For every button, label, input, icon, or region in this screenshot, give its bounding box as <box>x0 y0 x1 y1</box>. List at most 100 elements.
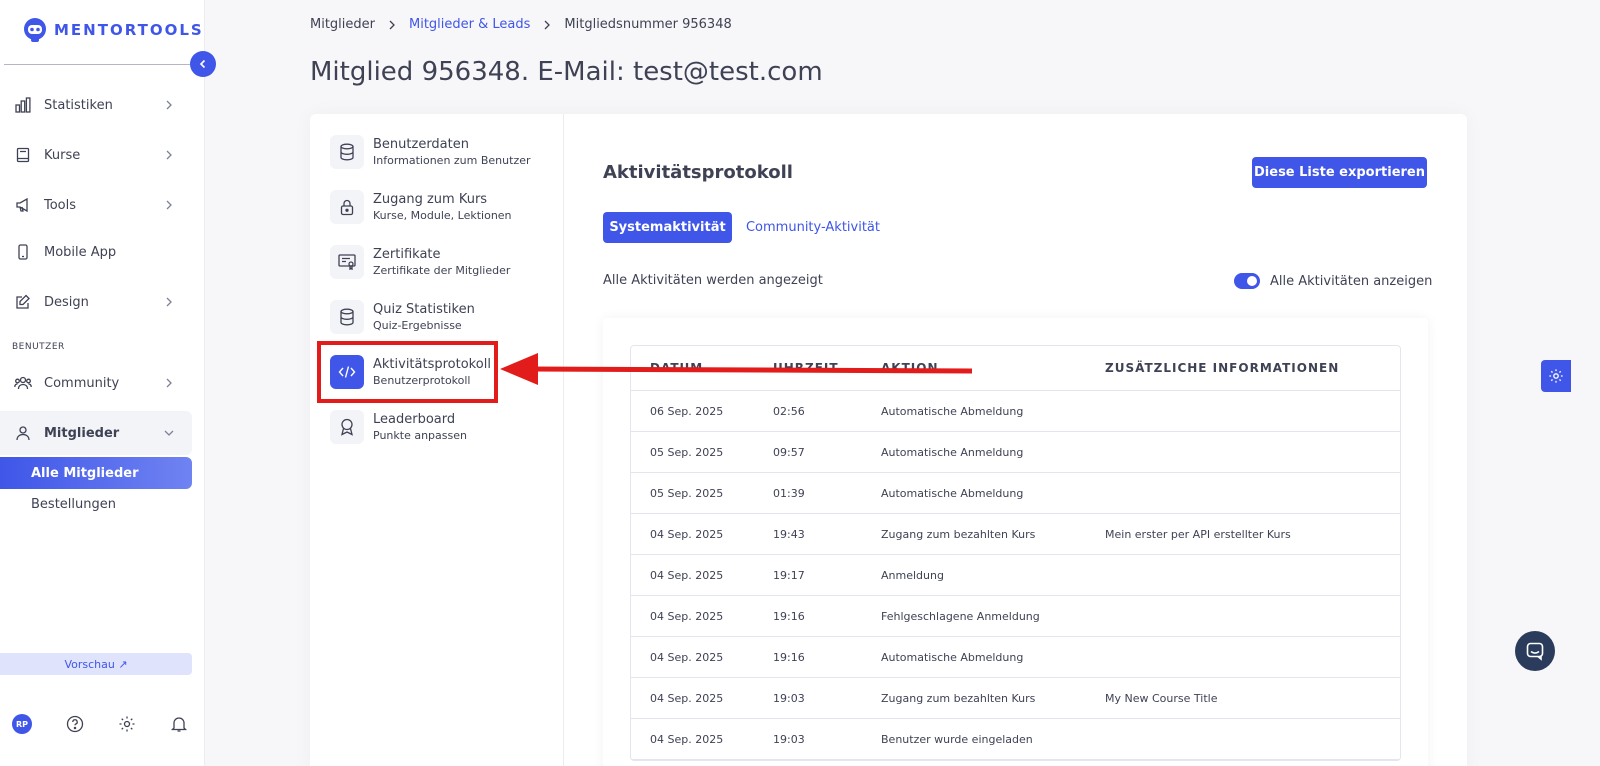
cell-time: 02:56 <box>773 404 805 418</box>
cell-date: 06 Sep. 2025 <box>650 404 724 418</box>
avatar[interactable]: RP <box>12 714 32 734</box>
cell-date: 04 Sep. 2025 <box>650 650 724 664</box>
sidebar-item-design[interactable]: Design <box>0 280 196 324</box>
table-row: 04 Sep. 2025 19:17 Anmeldung <box>631 555 1400 596</box>
cell-time: 19:16 <box>773 650 805 664</box>
award-icon <box>330 410 364 444</box>
submenu-desc: Kurse, Module, Lektionen <box>373 209 512 222</box>
robot-logo-icon <box>24 18 46 42</box>
tab-systemaktivitaet[interactable]: Systemaktivität <box>603 212 732 243</box>
sidebar-item-tools[interactable]: Tools <box>0 183 196 227</box>
sidebar-footer: RP <box>12 714 188 734</box>
submenu-item-zugang-zum-kurs[interactable]: Zugang zum Kurs Kurse, Module, Lektionen <box>330 187 550 227</box>
gear-icon <box>1549 369 1563 383</box>
cell-date: 04 Sep. 2025 <box>650 527 724 541</box>
cell-time: 19:17 <box>773 568 805 582</box>
cell-action: Automatische Abmeldung <box>881 650 1024 664</box>
sidebar-divider <box>4 64 190 65</box>
phone-icon <box>14 243 32 261</box>
lock-icon <box>330 190 364 224</box>
logo[interactable]: MENTORTOOLS <box>22 16 204 44</box>
sidebar-item-label: Design <box>44 294 89 310</box>
cell-action: Zugang zum bezahlten Kurs <box>881 691 1036 705</box>
toggle-label: Alle Aktivitäten anzeigen <box>1270 273 1433 289</box>
cell-action: Anmeldung <box>881 568 944 582</box>
submenu-desc: Quiz-Ergebnisse <box>373 319 462 332</box>
breadcrumb-item[interactable]: Mitglieder & Leads <box>409 17 530 32</box>
chevron-right-icon <box>544 20 551 29</box>
cell-time: 19:03 <box>773 732 805 746</box>
book-icon <box>14 146 32 164</box>
chevron-right-icon <box>166 200 172 210</box>
cell-date: 04 Sep. 2025 <box>650 691 724 705</box>
chevron-right-icon <box>166 297 172 307</box>
submenu-item-leaderboard[interactable]: Leaderboard Punkte anpassen <box>330 407 550 447</box>
cell-time: 19:16 <box>773 609 805 623</box>
settings-panel-toggle[interactable] <box>1541 360 1571 392</box>
database-icon <box>330 300 364 334</box>
submenu-desc: Punkte anpassen <box>373 429 467 442</box>
submenu-item-zertifikate[interactable]: Zertifikate Zertifikate der Mitglieder <box>330 242 550 282</box>
edit-icon <box>14 293 32 311</box>
sidebar-item-mobile-app[interactable]: Mobile App <box>0 230 196 274</box>
logo-text: MENTORTOOLS <box>54 21 204 39</box>
table-row: 04 Sep. 2025 19:16 Fehlgeschlagene Anmeldu… <box>631 596 1400 637</box>
annotation-highlight-box <box>317 341 498 403</box>
submenu-desc: Zertifikate der Mitglieder <box>373 264 511 277</box>
member-detail-card: Benutzerdaten Informationen zum Benutzer… <box>310 114 1467 766</box>
sidebar-item-community[interactable]: Community <box>0 361 196 405</box>
sidebar-item-label: Tools <box>44 197 77 213</box>
sidebar-item-label: Kurse <box>44 147 81 163</box>
breadcrumb-item[interactable]: Mitglieder <box>310 17 375 32</box>
preview-link[interactable]: Vorschau ↗ <box>0 653 192 675</box>
sidebar-item-kurse[interactable]: Kurse <box>0 133 196 177</box>
cell-action: Automatische Abmeldung <box>881 486 1024 500</box>
submenu-title: Zertifikate <box>373 247 441 262</box>
submenu-title: Quiz Statistiken <box>373 302 475 317</box>
activity-log-panel: Aktivitätsprotokoll Diese Liste exportie… <box>603 114 1433 766</box>
database-icon <box>330 135 364 169</box>
cell-date: 05 Sep. 2025 <box>650 445 724 459</box>
chat-launcher-button[interactable] <box>1515 631 1555 671</box>
sidebar-subitem-bestellungen[interactable]: Bestellungen <box>0 488 192 520</box>
megaphone-icon <box>14 196 32 214</box>
chevron-left-icon <box>199 59 206 69</box>
sidebar-item-mitglieder[interactable]: Mitglieder <box>0 411 192 455</box>
cell-time: 01:39 <box>773 486 805 500</box>
show-all-toggle[interactable] <box>1234 273 1260 289</box>
column-header-zusaetzliche-informationen[interactable]: ZUSÄTZLICHE INFORMATIONEN <box>1105 361 1400 375</box>
submenu-item-benutzerdaten[interactable]: Benutzerdaten Informationen zum Benutzer <box>330 132 550 172</box>
cell-date: 04 Sep. 2025 <box>650 609 724 623</box>
help-icon[interactable] <box>66 715 84 733</box>
show-all-toggle-group: Alle Aktivitäten anzeigen <box>1234 273 1432 289</box>
sidebar-collapse-button[interactable] <box>190 51 216 77</box>
cell-action: Zugang zum bezahlten Kurs <box>881 527 1036 541</box>
sidebar-subitem-alle-mitglieder[interactable]: Alle Mitglieder <box>0 457 192 489</box>
table-row: 04 Sep. 2025 19:03 Zugang zum bezahlten Ku… <box>631 678 1400 719</box>
cell-date: 04 Sep. 2025 <box>650 568 724 582</box>
activity-table: DATUM UHRZEIT AKTION ZUSÄTZLICHE INFORMA… <box>630 345 1401 761</box>
table-row: 04 Sep. 2025 19:43 Zugang zum bezahlten Ku… <box>631 514 1400 555</box>
cell-time: 09:57 <box>773 445 805 459</box>
sidebar-item-label: Statistiken <box>44 97 113 113</box>
chat-icon <box>1526 642 1544 661</box>
chevron-right-icon <box>166 100 172 110</box>
cell-date: 04 Sep. 2025 <box>650 732 724 746</box>
cell-time: 19:03 <box>773 691 805 705</box>
sidebar-item-label: Mobile App <box>44 244 117 260</box>
cell-date: 05 Sep. 2025 <box>650 486 724 500</box>
tab-community-aktivitaet[interactable]: Community-Aktivität <box>742 212 884 243</box>
gear-icon[interactable] <box>118 715 136 733</box>
sidebar: MENTORTOOLS Statistiken Kurse Tools Mobi… <box>0 0 205 766</box>
sidebar-item-label: Community <box>44 375 120 391</box>
export-list-button[interactable]: Diese Liste exportieren <box>1252 157 1427 188</box>
cell-action: Automatische Anmeldung <box>881 445 1024 459</box>
member-submenu: Benutzerdaten Informationen zum Benutzer… <box>310 114 564 766</box>
bell-icon[interactable] <box>170 715 188 733</box>
sidebar-section-label: BENUTZER <box>12 342 65 352</box>
submenu-item-quiz-statistiken[interactable]: Quiz Statistiken Quiz-Ergebnisse <box>330 297 550 337</box>
table-row: 04 Sep. 2025 19:16 Automatische Abmeldung <box>631 637 1400 678</box>
cell-action: Benutzer wurde eingeladen <box>881 732 1033 746</box>
cell-info: Mein erster per API erstellter Kurs <box>1105 527 1291 541</box>
sidebar-item-statistiken[interactable]: Statistiken <box>0 83 196 127</box>
